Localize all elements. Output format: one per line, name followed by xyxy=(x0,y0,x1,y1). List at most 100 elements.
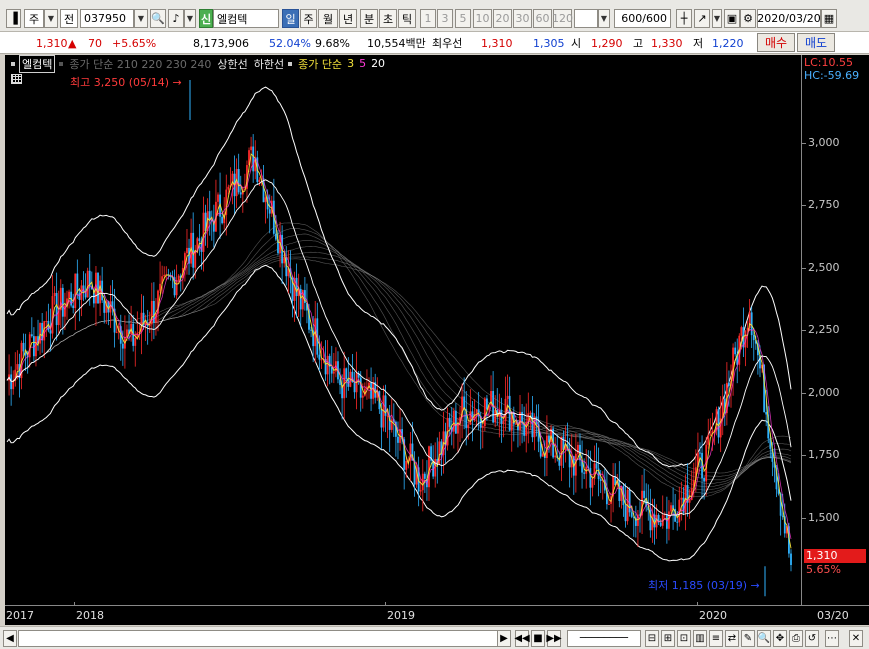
candle-body xyxy=(252,146,255,172)
candle-body xyxy=(239,192,242,195)
horizontal-scrollbar[interactable] xyxy=(18,630,510,647)
open-label: 시 xyxy=(571,37,582,50)
zoom-out-icon[interactable]: ⊟ xyxy=(645,630,659,647)
indicator-icon[interactable]: ≡ xyxy=(709,630,723,647)
current-percent-tag: 5.65% xyxy=(806,563,841,576)
period-tick-tab[interactable]: 틱 xyxy=(398,9,416,28)
reset-icon[interactable]: ↺ xyxy=(805,630,819,647)
low-price: 1,220 xyxy=(712,36,744,50)
interval-10[interactable]: 10 xyxy=(473,9,492,28)
close-icon[interactable]: ✕ xyxy=(849,630,863,647)
candle-body xyxy=(421,473,424,491)
y-tick-mark xyxy=(802,392,806,394)
candle-body xyxy=(709,434,712,436)
interval-5[interactable]: 5 xyxy=(455,9,471,28)
candle-body xyxy=(386,415,389,417)
candle-body xyxy=(502,421,505,424)
period-year-tab[interactable]: 년 xyxy=(339,9,357,28)
market-sub-select[interactable]: 전 xyxy=(60,9,78,28)
candle-body xyxy=(332,371,335,374)
date-input[interactable]: 2020/03/20 xyxy=(757,9,821,28)
rewind-icon[interactable]: ◀◀ xyxy=(514,630,530,647)
trend-tool-icon[interactable]: ↗ xyxy=(694,9,710,28)
table-view-icon[interactable] xyxy=(11,74,22,84)
turnover-rate: 9.68% xyxy=(315,36,350,50)
scroll-left-button[interactable]: ◀ xyxy=(3,630,17,647)
market-type-select[interactable]: 주 xyxy=(24,9,44,28)
speaker-icon[interactable]: ♪ xyxy=(168,9,184,28)
candle-body xyxy=(134,338,137,346)
interval-60[interactable]: 60 xyxy=(533,9,552,28)
y-tick-mark xyxy=(802,455,806,456)
calendar-icon[interactable]: ▦ xyxy=(821,9,837,28)
interval-1[interactable]: 1 xyxy=(420,9,436,28)
candle-body xyxy=(483,398,486,427)
count-total: /600 xyxy=(642,12,667,25)
price-chart[interactable]: 엘컴텍 종가 단순 210 220 230 240 상한선 하한선 종가 단순 … xyxy=(5,55,801,605)
candle-body xyxy=(428,446,430,488)
fast-forward-icon[interactable]: ▶▶ xyxy=(546,630,562,647)
time-axis: 2017 2018 2019 2020 03/20 xyxy=(5,602,869,625)
interval-3[interactable]: 3 xyxy=(437,9,453,28)
zoom-tool-icon[interactable]: 🔍 xyxy=(757,630,771,647)
stop-icon[interactable]: ■ xyxy=(531,630,545,647)
crosshair-icon[interactable]: ┼ xyxy=(676,9,692,28)
buy-button[interactable]: 매수 xyxy=(757,33,795,52)
menu-icon[interactable]: ▐ xyxy=(6,9,21,28)
y-tick-mark xyxy=(802,267,806,269)
count-value: 600 xyxy=(621,12,643,25)
trend-tool-dropdown-icon[interactable]: ▼ xyxy=(712,9,722,28)
candle-body xyxy=(475,409,478,414)
candle-body xyxy=(318,354,321,360)
draw-icon[interactable]: ✎ xyxy=(741,630,755,647)
interval-30[interactable]: 30 xyxy=(513,9,532,28)
zoom-slider[interactable]: ──────── xyxy=(567,630,641,647)
custom-interval-dropdown-icon[interactable]: ▼ xyxy=(598,9,610,28)
interval-120[interactable]: 120 xyxy=(552,9,573,28)
candle-body xyxy=(227,186,230,190)
best-ask: 1,310 xyxy=(481,36,513,50)
candle-body xyxy=(577,444,579,454)
candle-body xyxy=(707,435,710,445)
stock-code-dropdown-icon[interactable]: ▼ xyxy=(134,9,148,28)
legend-ma20: 20 xyxy=(371,57,386,70)
candle-body xyxy=(61,287,64,317)
candle-body xyxy=(752,335,755,341)
print-icon[interactable]: ⎙ xyxy=(789,630,803,647)
stock-code-input[interactable]: 037950 xyxy=(80,9,134,28)
period-second-tab[interactable]: 초 xyxy=(379,9,397,28)
candle-body xyxy=(275,233,277,240)
candle-body xyxy=(591,478,594,488)
sell-button[interactable]: 매도 xyxy=(797,33,835,52)
save-icon[interactable]: ▣ xyxy=(724,9,740,28)
candle-body xyxy=(320,359,323,361)
compare-icon[interactable]: ⇄ xyxy=(725,630,739,647)
candle-body xyxy=(361,395,364,398)
high-price: 1,330 xyxy=(651,36,683,50)
period-month-tab[interactable]: 월 xyxy=(318,9,338,28)
period-week-tab[interactable]: 주 xyxy=(300,9,317,28)
count-input[interactable]: 600/600 xyxy=(614,9,671,28)
stock-name-field[interactable]: 엘컴텍 xyxy=(213,9,279,28)
period-minute-tab[interactable]: 분 xyxy=(360,9,378,28)
speaker-dropdown-icon[interactable]: ▼ xyxy=(184,9,196,28)
gear-icon[interactable]: ⚙ xyxy=(740,9,756,28)
pan-icon[interactable]: ✥ xyxy=(773,630,787,647)
candle-body xyxy=(659,522,662,526)
fit-icon[interactable]: ⊡ xyxy=(677,630,691,647)
candle-body xyxy=(397,436,399,443)
candle-body xyxy=(740,327,743,336)
market-type-dropdown-icon[interactable]: ▼ xyxy=(44,9,58,28)
layout-icon[interactable]: ▥ xyxy=(693,630,707,647)
interval-20[interactable]: 20 xyxy=(493,9,512,28)
more-icon[interactable]: ⋯ xyxy=(825,630,839,647)
zoom-in-icon[interactable]: ⊞ xyxy=(661,630,675,647)
search-icon[interactable]: 🔍 xyxy=(150,9,166,28)
period-day-tab[interactable]: 일 xyxy=(282,9,299,28)
y-tick-label: 2,250 xyxy=(808,323,840,336)
scroll-right-button[interactable]: ▶ xyxy=(497,630,511,647)
stock-code-value: 037950 xyxy=(84,12,126,25)
custom-interval-input[interactable] xyxy=(574,9,598,28)
volume: 8,173,906 xyxy=(193,36,249,50)
trading-amount: 10,554백만 xyxy=(367,37,426,50)
